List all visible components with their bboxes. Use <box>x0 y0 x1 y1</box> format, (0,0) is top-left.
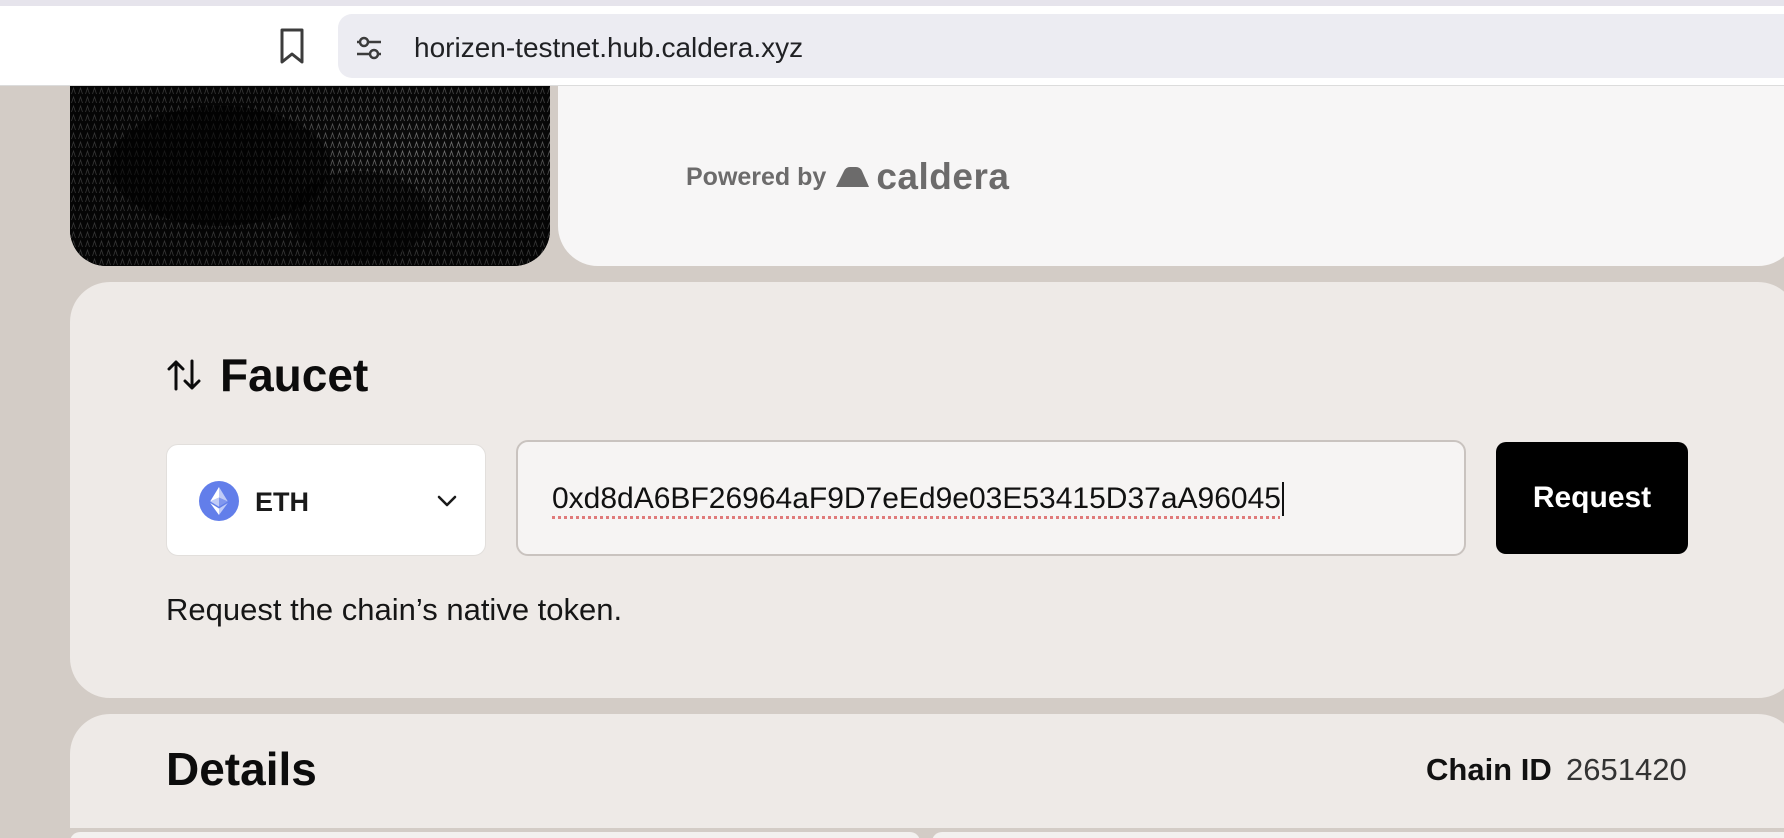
token-select[interactable]: ETH <box>166 444 486 556</box>
request-button[interactable]: Request <box>1496 442 1688 554</box>
powered-by-label: Powered by <box>686 162 827 191</box>
chain-id-label: Chain ID <box>1426 752 1552 787</box>
swap-vertical-icon <box>167 359 201 391</box>
tune-icon[interactable] <box>355 34 383 62</box>
wallet-address-input[interactable]: 0xd8dA6BF26964aF9D7eEd9e03E53415D37aA960… <box>516 440 1466 556</box>
details-subcards <box>70 832 1784 838</box>
details-title: Details <box>166 743 317 795</box>
hero-artwork <box>70 86 550 266</box>
details-subcard <box>932 832 1784 838</box>
faucet-title: Faucet <box>220 349 369 401</box>
details-subcard <box>70 832 920 838</box>
caldera-logo-icon <box>836 167 870 187</box>
browser-toolbar: horizen-testnet.hub.caldera.xyz <box>0 6 1784 86</box>
ascii-art-image <box>70 86 550 266</box>
chevron-down-icon <box>437 495 457 507</box>
url-text[interactable]: horizen-testnet.hub.caldera.xyz <box>414 32 803 64</box>
bookmark-icon[interactable] <box>276 26 308 66</box>
wallet-address-value[interactable]: 0xd8dA6BF26964aF9D7eEd9e03E53415D37aA960… <box>552 482 1284 516</box>
chain-id-value: 2651420 <box>1566 752 1687 787</box>
faucet-heading: Faucet <box>166 348 368 402</box>
token-symbol: ETH <box>255 487 309 517</box>
details-card: Details Chain ID 2651420 <box>70 714 1784 828</box>
caldera-wordmark: caldera <box>876 156 1010 197</box>
faucet-card: Faucet ETH 0xd8dA6BF26964aF9D7eEd9e03E53… <box>70 282 1784 698</box>
faucet-helper-text: Request the chain’s native token. <box>166 592 623 627</box>
powered-by-caldera[interactable]: Powered by caldera <box>686 156 1009 198</box>
ethereum-icon <box>199 481 239 521</box>
